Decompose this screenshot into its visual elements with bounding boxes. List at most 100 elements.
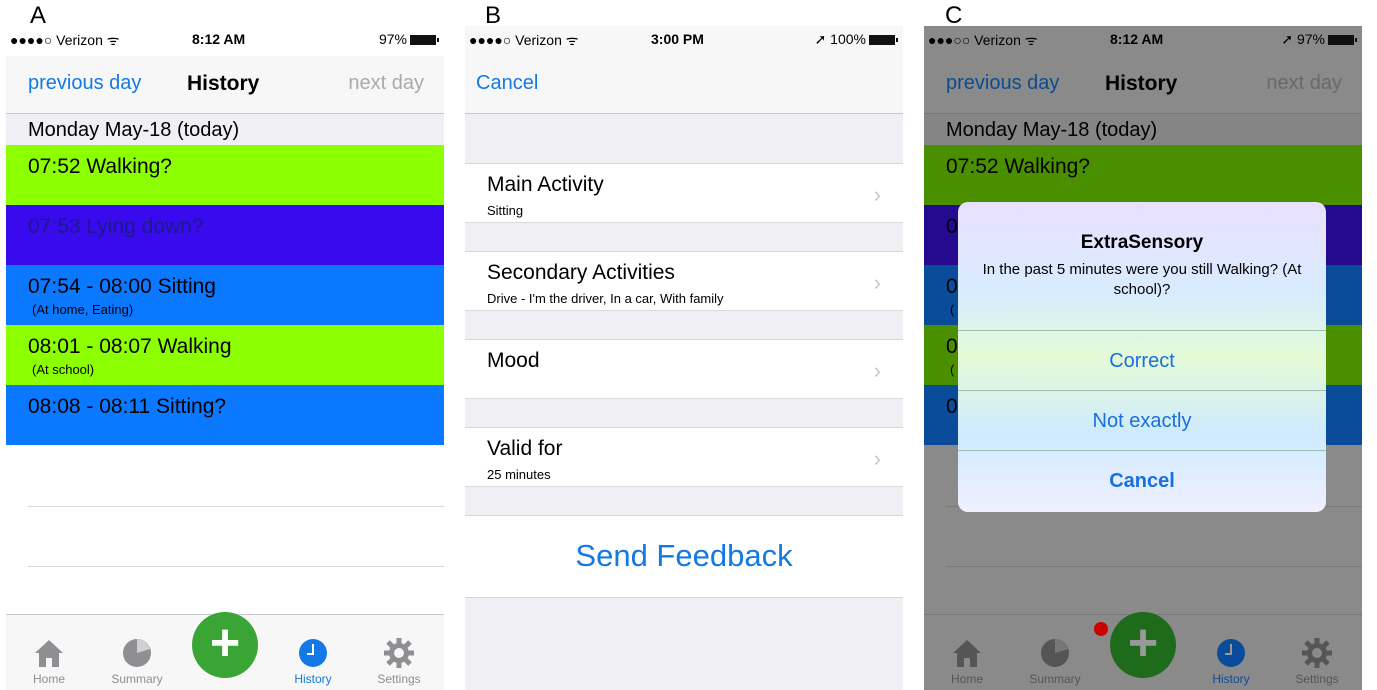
row-label: 0 bbox=[946, 275, 958, 298]
tab-summary-label: Summary bbox=[111, 672, 163, 686]
gear-icon bbox=[384, 638, 414, 668]
battery-percent: 97% bbox=[378, 31, 407, 47]
cell-value: Drive - I'm the driver, In a car, With f… bbox=[487, 291, 724, 306]
clock-icon bbox=[1217, 639, 1245, 667]
tab-settings-label: Settings bbox=[1295, 672, 1339, 686]
next-day-button[interactable]: next day bbox=[1266, 72, 1342, 95]
chevron-right-icon: › bbox=[873, 358, 881, 383]
history-row[interactable]: 07:54 - 08:00 Sitting (At home, Eating) bbox=[6, 265, 444, 325]
row-divider bbox=[28, 506, 444, 507]
not-exactly-button[interactable]: Not exactly bbox=[958, 390, 1326, 450]
alert-title: ExtraSensory bbox=[1080, 232, 1204, 253]
history-row[interactable]: 08:01 - 08:07 Walking (At school) bbox=[6, 325, 444, 385]
next-day-button[interactable]: next day bbox=[348, 72, 424, 95]
row-sublabel: ( bbox=[950, 302, 955, 317]
battery-icon bbox=[1328, 35, 1357, 46]
history-row[interactable]: 07:52 Walking? bbox=[924, 145, 1362, 205]
chevron-right-icon: › bbox=[873, 446, 881, 471]
correct-button[interactable]: Correct bbox=[958, 330, 1326, 390]
battery-indicator: 97% bbox=[378, 31, 439, 47]
pie-chart-icon bbox=[123, 639, 151, 667]
page-title: History bbox=[1105, 72, 1178, 95]
nav-bar: previous day History next day bbox=[924, 56, 1362, 114]
secondary-activities-cell[interactable]: Secondary Activities Drive - I'm the dri… bbox=[465, 251, 903, 311]
cell-title: Mood bbox=[487, 349, 540, 372]
row-label: 08:08 - 08:11 Sitting? bbox=[28, 395, 227, 418]
alert-cancel-button[interactable]: Cancel bbox=[958, 450, 1326, 510]
nav-bar: Cancel bbox=[465, 56, 903, 114]
chevron-right-icon: › bbox=[873, 270, 881, 295]
history-row[interactable]: 07:52 Walking? bbox=[6, 145, 444, 205]
tab-home[interactable]: Home bbox=[932, 637, 1002, 686]
row-label: 07:52 Walking? bbox=[28, 155, 172, 178]
alert-screen: ●●●○○ Verizon ᯤ 8:12 AM ➚ 97% previous d… bbox=[924, 26, 1362, 690]
day-header: Monday May-18 (today) bbox=[28, 119, 240, 141]
row-label: 07:53 Lying down? bbox=[28, 215, 204, 238]
tab-home-label: Home bbox=[32, 672, 65, 686]
pie-chart-icon bbox=[1041, 639, 1069, 667]
add-activity-button[interactable]: + bbox=[192, 612, 258, 678]
status-bar: ●●●○○ Verizon ᯤ 8:12 AM ➚ 97% bbox=[924, 26, 1362, 56]
tab-settings-label: Settings bbox=[377, 672, 421, 686]
tab-summary-label: Summary bbox=[1029, 672, 1081, 686]
alert-dialog: ExtraSensory In the past 5 minutes were … bbox=[958, 202, 1326, 512]
carrier-signal: ●●●●○ Verizon ᯤ bbox=[469, 32, 579, 48]
tab-settings[interactable]: Settings bbox=[364, 637, 434, 686]
tab-settings[interactable]: Settings bbox=[1282, 637, 1352, 686]
history-row[interactable]: 07:53 Lying down? bbox=[6, 205, 444, 265]
add-activity-button[interactable]: + bbox=[1110, 612, 1176, 678]
cell-value: Sitting bbox=[487, 203, 524, 218]
cell-title: Secondary Activities bbox=[487, 261, 675, 284]
gear-icon bbox=[1302, 638, 1332, 668]
previous-day-button[interactable]: previous day bbox=[946, 72, 1059, 95]
row-sublabel: ( bbox=[950, 362, 955, 377]
tab-summary[interactable]: Summary bbox=[1020, 637, 1090, 686]
tab-home-label: Home bbox=[950, 672, 983, 686]
previous-day-button[interactable]: previous day bbox=[28, 72, 141, 95]
row-label: 07:52 Walking? bbox=[946, 155, 1090, 178]
alert-message: In the past 5 minutes were you still Wal… bbox=[982, 261, 1302, 298]
status-time: 3:00 PM bbox=[651, 31, 704, 47]
clock-icon bbox=[299, 639, 327, 667]
home-icon bbox=[953, 640, 981, 667]
status-bar: ●●●●○ Verizon ᯤ 3:00 PM ➚ 100% bbox=[465, 26, 903, 56]
day-header: Monday May-18 (today) bbox=[946, 119, 1158, 141]
history-row[interactable]: 08:08 - 08:11 Sitting? bbox=[6, 385, 444, 445]
row-divider bbox=[28, 566, 444, 567]
main-activity-cell[interactable]: Main Activity Sitting › bbox=[465, 163, 903, 223]
tab-history-label: History bbox=[1212, 672, 1250, 686]
tab-bar: Home Summary + History Settings bbox=[6, 612, 444, 690]
send-feedback-cell[interactable]: Send Feedback bbox=[465, 515, 903, 598]
battery-indicator: ➚ 100% bbox=[814, 31, 898, 48]
carrier-signal: ●●●●○ Verizon ᯤ bbox=[10, 32, 120, 48]
battery-percent: ➚ 100% bbox=[814, 31, 866, 47]
battery-icon bbox=[410, 35, 439, 46]
tab-history[interactable]: History bbox=[278, 637, 348, 686]
chevron-right-icon: › bbox=[873, 182, 881, 207]
tab-history[interactable]: History bbox=[1196, 637, 1266, 686]
row-sublabel: (At school) bbox=[32, 362, 95, 377]
status-time: 8:12 AM bbox=[1110, 31, 1164, 47]
row-divider bbox=[946, 566, 1362, 567]
valid-for-cell[interactable]: Valid for 25 minutes › bbox=[465, 427, 903, 487]
tab-history-label: History bbox=[294, 672, 332, 686]
cancel-button[interactable]: Cancel bbox=[476, 72, 538, 95]
carrier-signal: ●●●○○ Verizon ᯤ bbox=[928, 32, 1038, 48]
tab-summary[interactable]: Summary bbox=[102, 637, 172, 686]
row-label: 07:54 - 08:00 Sitting bbox=[28, 275, 216, 298]
notification-badge bbox=[1094, 622, 1108, 636]
row-label: 08:01 - 08:07 Walking bbox=[28, 335, 232, 358]
mood-cell[interactable]: Mood › bbox=[465, 339, 903, 399]
cell-value: 25 minutes bbox=[487, 467, 551, 482]
tab-home[interactable]: Home bbox=[14, 637, 84, 686]
row-label: 0 bbox=[946, 335, 958, 358]
status-bar: ●●●●○ Verizon ᯤ 8:12 AM 97% bbox=[6, 26, 444, 56]
tab-bar: Home Summary + History Settings bbox=[924, 612, 1362, 690]
row-label: 0 bbox=[946, 215, 958, 238]
battery-percent: ➚ 97% bbox=[1281, 31, 1325, 47]
nav-bar: previous day History next day bbox=[6, 56, 444, 114]
send-feedback-button[interactable]: Send Feedback bbox=[465, 538, 903, 574]
cell-title: Valid for bbox=[487, 437, 563, 460]
home-icon bbox=[35, 640, 63, 667]
status-time: 8:12 AM bbox=[192, 31, 246, 47]
